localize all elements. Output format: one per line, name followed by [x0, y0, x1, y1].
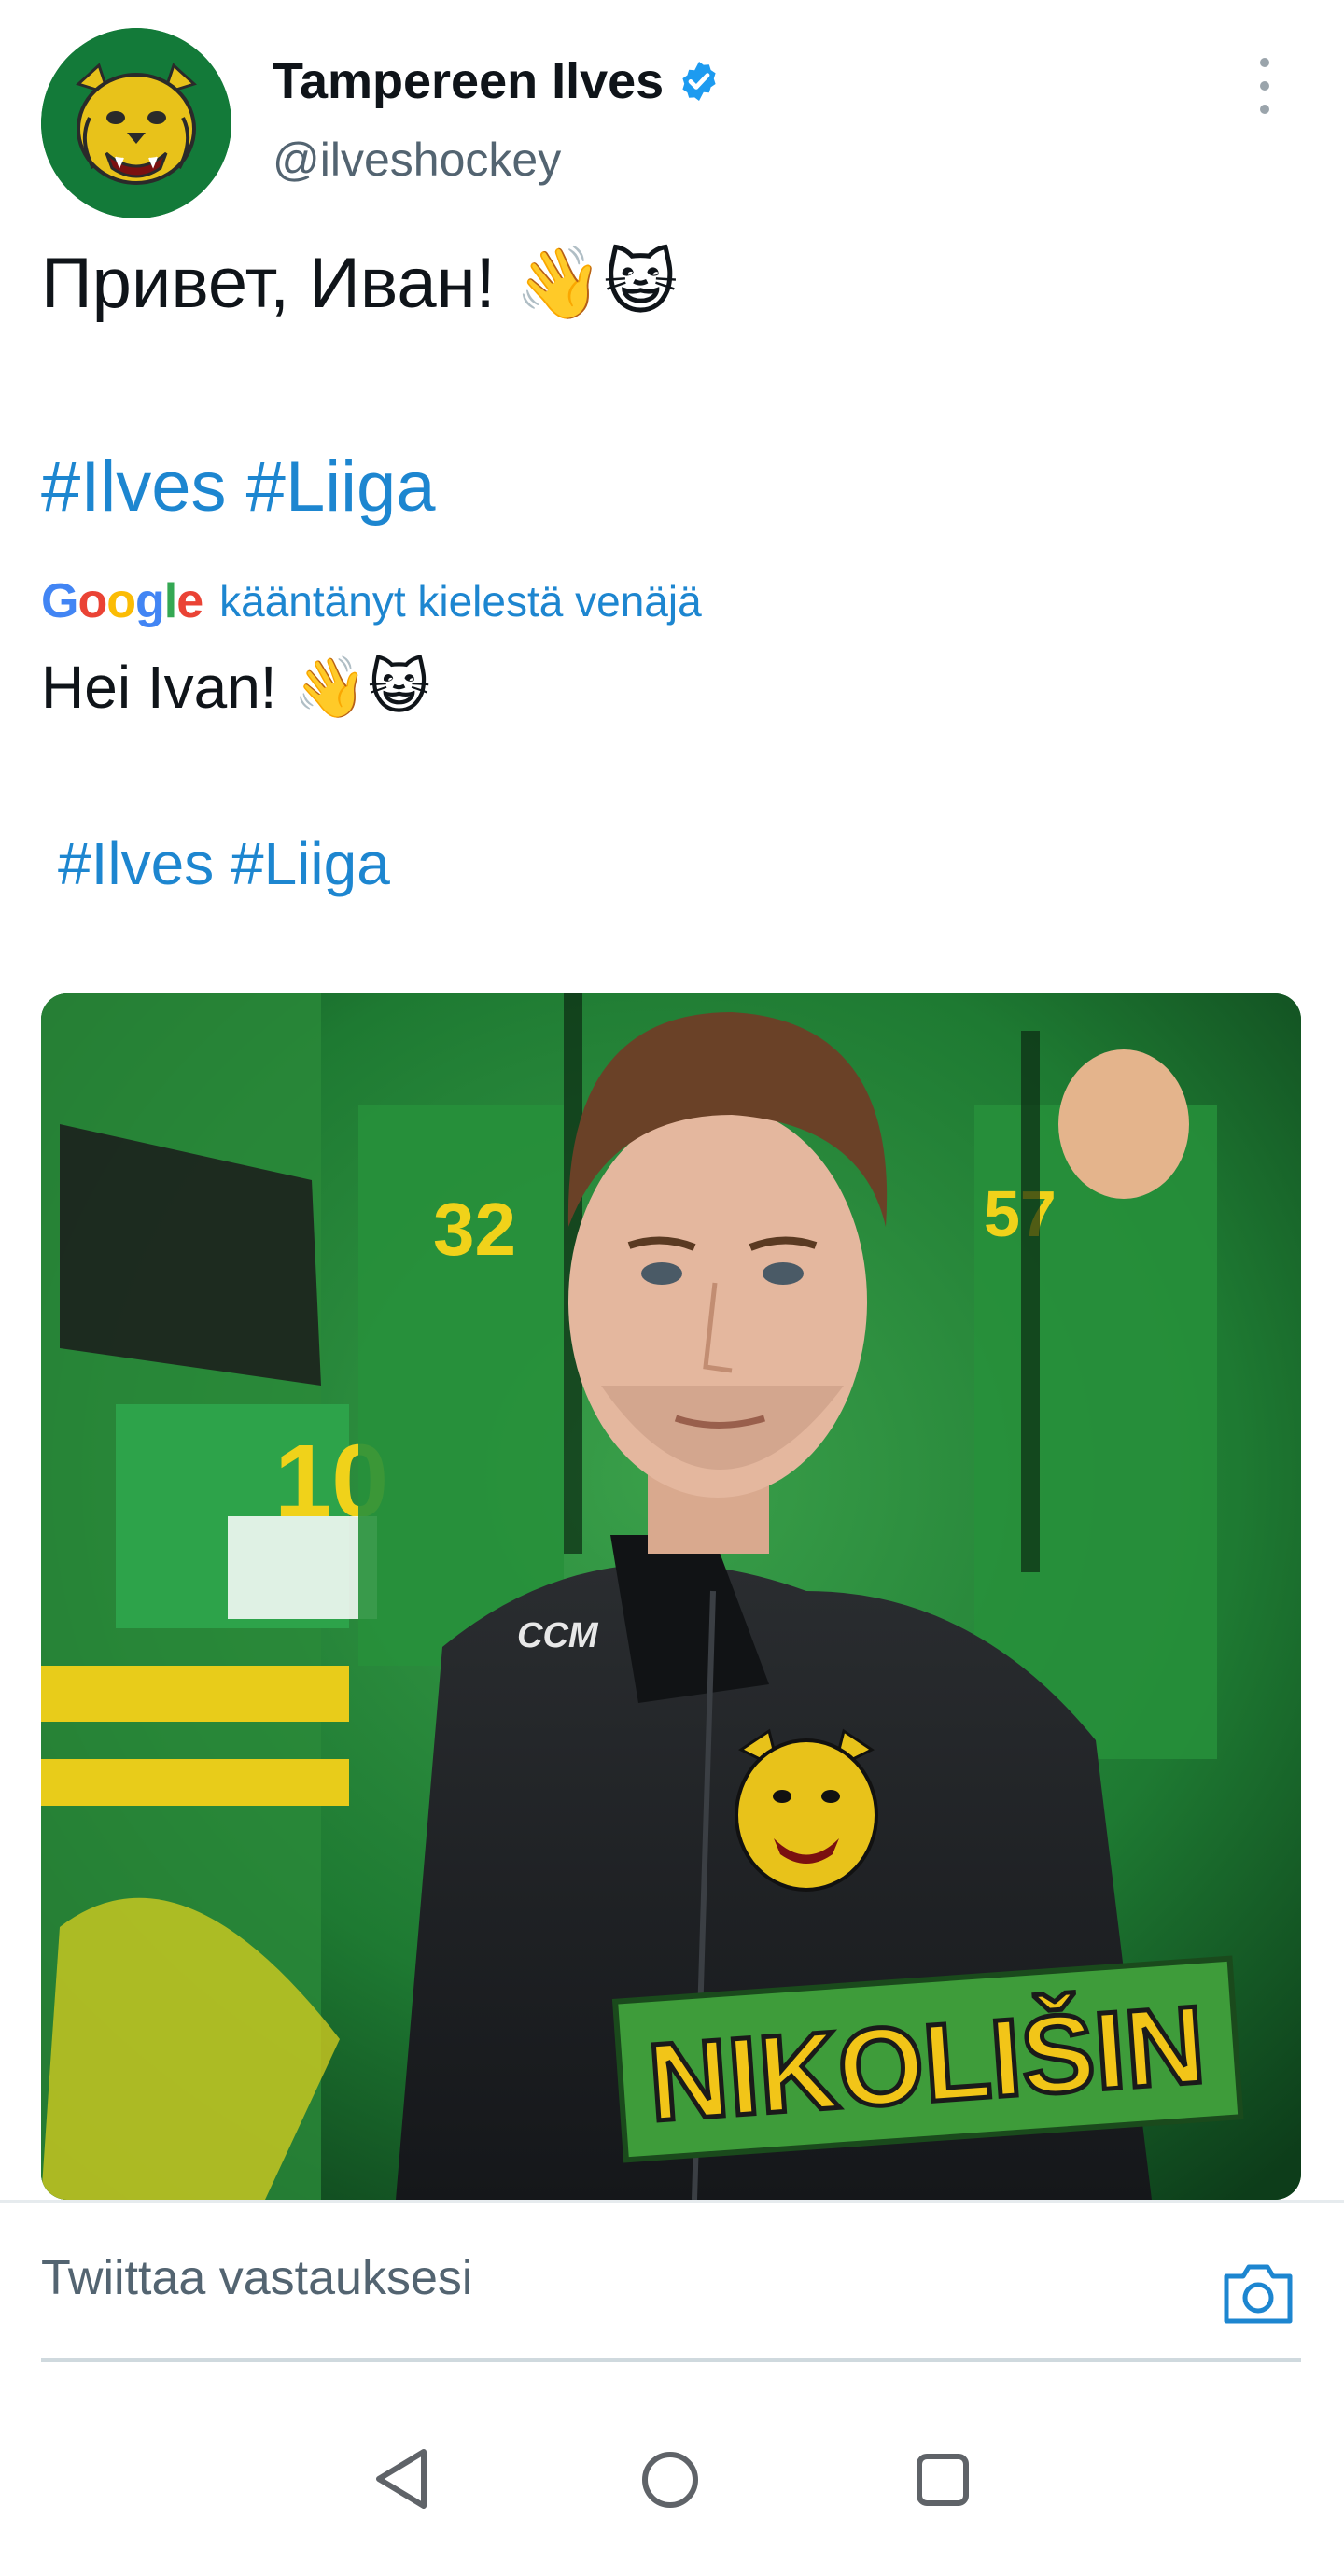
google-logo: Google: [41, 574, 203, 628]
hashtag-link[interactable]: #Ilves: [41, 447, 227, 527]
author-display-name[interactable]: Tampereen Ilves: [273, 52, 721, 110]
hashtag-link[interactable]: #Liiga: [231, 830, 390, 897]
svg-text:32: 32: [433, 1188, 516, 1271]
tweet-text: Привет, Иван! 👋😺: [41, 244, 678, 323]
back-triangle-icon[interactable]: [370, 2446, 435, 2512]
tweet-detail-screen: Tampereen Ilves @ilveshockey Привет, Ива…: [0, 0, 1344, 2576]
lynx-logo-icon: [41, 28, 231, 218]
tweet-hashtags: #Ilves #Liiga: [41, 446, 436, 528]
hashtag-link[interactable]: #Liiga: [246, 447, 436, 527]
translated-text: Hei Ivan! 👋😺: [41, 654, 430, 721]
hashtag-link[interactable]: #Ilves: [58, 830, 214, 897]
svg-text:CCM: CCM: [517, 1616, 599, 1655]
translation-label: kääntänyt kielestä venäjä: [219, 577, 702, 626]
home-circle-icon[interactable]: [640, 2450, 700, 2510]
more-vertical-icon[interactable]: [1251, 58, 1279, 114]
player-photo: 10 32 57 CCM NIKOLIŠIN: [41, 993, 1301, 2200]
svg-text:57: 57: [984, 1177, 1057, 1250]
translated-hashtags: #Ilves #Liiga: [58, 829, 390, 898]
tweet-media-image[interactable]: 10 32 57 CCM NIKOLIŠIN: [41, 993, 1301, 2200]
author-avatar[interactable]: [41, 28, 231, 218]
reply-underline: [41, 2358, 1301, 2362]
recent-apps-square-icon[interactable]: [915, 2452, 971, 2508]
verified-badge-icon: [682, 62, 716, 101]
reply-input[interactable]: Twiittaa vastauksesi: [41, 2250, 472, 2306]
camera-icon[interactable]: [1221, 2259, 1295, 2327]
translation-attribution[interactable]: Google kääntänyt kielestä venäjä: [41, 573, 702, 629]
author-handle[interactable]: @ilveshockey: [273, 133, 561, 187]
reply-divider: [0, 2200, 1344, 2203]
